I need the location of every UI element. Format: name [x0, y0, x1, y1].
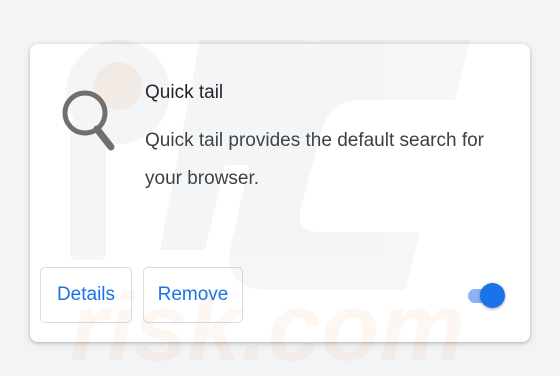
details-button[interactable]: Details	[40, 267, 132, 323]
enable-toggle[interactable]	[466, 283, 506, 309]
screenshot-stage: Quick tail Quick tail provides the defau…	[0, 0, 560, 376]
extension-name: Quick tail	[145, 82, 224, 103]
search-icon	[60, 86, 116, 152]
remove-button[interactable]: Remove	[143, 267, 243, 323]
toggle-knob	[480, 283, 505, 308]
extension-description: Quick tail provides the default search f…	[145, 130, 485, 189]
